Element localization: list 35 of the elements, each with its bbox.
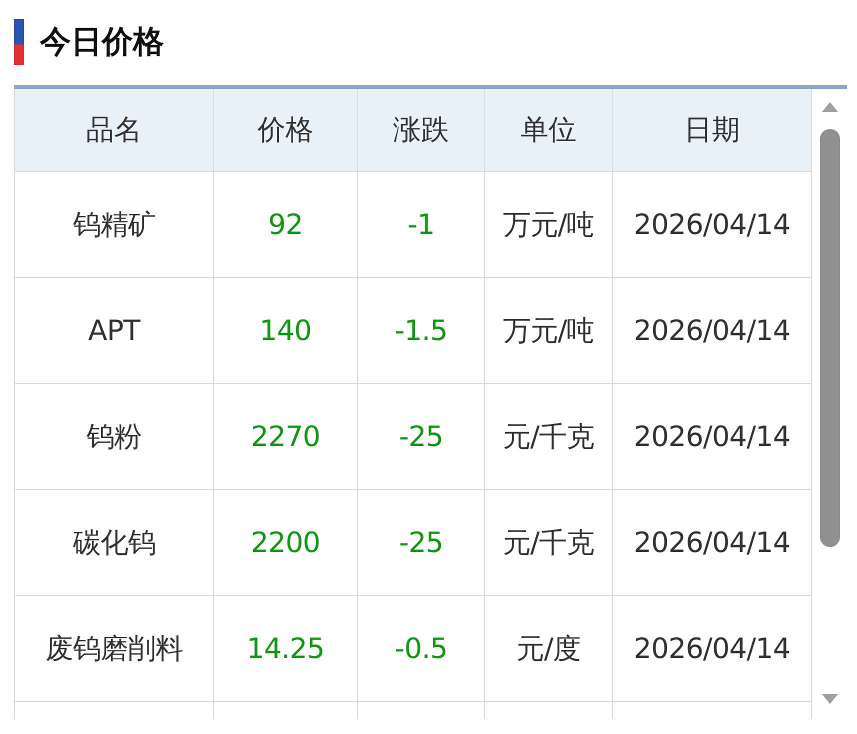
table-cell: APT [15,278,214,384]
table-cell: 钨精矿 [15,172,214,278]
column-header: 单位 [485,89,613,172]
table-cell: 2026/04/14 [613,384,812,490]
table-cell: 140 [214,278,358,384]
title-accent-bar [14,19,24,65]
table-cell: 万元/吨 [485,172,613,278]
scroll-up-icon[interactable] [821,101,839,113]
table-cell: 2026/04/14 [613,278,812,384]
table-cell: 2026/04/14 [613,172,812,278]
column-header: 日期 [613,89,812,172]
table-cell: 废钨磨削料 [15,596,214,702]
table-cell: -0.5 [358,596,485,702]
table-cell: 元/千克 [485,384,613,490]
table-cell: 2200 [214,490,358,596]
column-header: 涨跌 [358,89,485,172]
scroll-down-icon[interactable] [821,693,839,705]
column-header: 价格 [214,89,358,172]
table-cell: 万元/吨 [485,278,613,384]
table-cell: 元/千克 [485,490,613,596]
table-cell: -25 [358,384,485,490]
table-cell: -1.5 [358,278,485,384]
table-cell: 2026/04/14 [613,596,812,702]
table-cell: 钨粉 [15,384,214,490]
table-cell: 14.25 [214,596,358,702]
column-header: 品名 [15,89,214,172]
table-cell: 元/度 [485,596,613,702]
table-cell: 碳化钨 [15,490,214,596]
table-cell: 92 [214,172,358,278]
scrollbar-thumb[interactable] [820,129,840,547]
table-cell: -1 [358,172,485,278]
table-cell: -25 [358,490,485,596]
table-cell: 2270 [214,384,358,490]
table-cell: 2026/04/14 [613,490,812,596]
section-title: 今日价格 [40,23,164,62]
